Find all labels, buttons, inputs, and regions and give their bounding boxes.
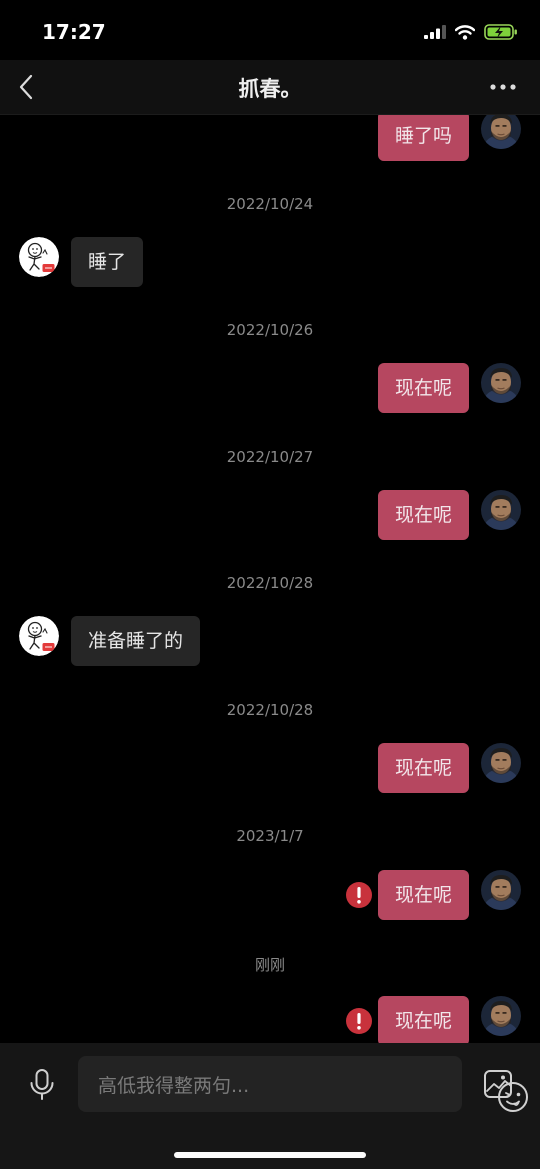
status-time: 17:27 xyxy=(42,20,106,44)
wifi-icon xyxy=(455,24,475,40)
my-avatar[interactable] xyxy=(481,115,521,149)
status-icons xyxy=(424,22,518,42)
my-avatar[interactable] xyxy=(481,743,521,783)
timestamp: 2022/10/28 xyxy=(226,574,314,592)
my-avatar[interactable] xyxy=(481,490,521,530)
message-input-placeholder: 高低我得整两句... xyxy=(98,1075,250,1097)
message-input[interactable]: 高低我得整两句... xyxy=(78,1056,528,1112)
signal-icon xyxy=(424,25,446,39)
friend-avatar[interactable] xyxy=(19,616,59,656)
friend-avatar[interactable] xyxy=(19,237,59,277)
message-bubble-sent[interactable]: 现在呢 xyxy=(377,870,469,920)
my-avatar[interactable] xyxy=(481,870,521,910)
home-indicator[interactable] xyxy=(174,1152,366,1158)
timestamp: 刚刚 xyxy=(254,956,285,974)
message-bubble-sent[interactable]: 现在呢 xyxy=(377,490,469,540)
more-dots-icon[interactable] xyxy=(490,84,516,90)
exclamation-icon[interactable] xyxy=(346,882,372,908)
my-avatar[interactable] xyxy=(481,996,521,1036)
message-bubble-sent[interactable]: 现在呢 xyxy=(377,743,469,793)
message-bubble-received[interactable]: 睡了 xyxy=(71,237,144,287)
timestamp: 2022/10/28 xyxy=(226,701,314,719)
timestamp: 2022/10/26 xyxy=(226,321,314,339)
message-bubble-sent[interactable]: 现在呢 xyxy=(377,363,469,413)
chat-header: 抓春。 xyxy=(0,60,540,115)
message-list[interactable]: 睡了吗 2022/10/24 睡了 2022/10/26 现在呢 2022/10… xyxy=(0,115,540,1043)
input-bar: 高低我得整两句... xyxy=(0,1043,540,1169)
image-icon[interactable] xyxy=(483,1069,513,1099)
my-avatar[interactable] xyxy=(481,363,521,403)
microphone-icon[interactable] xyxy=(28,1068,56,1102)
timestamp: 2022/10/27 xyxy=(226,448,314,466)
message-bubble-received[interactable]: 准备睡了的 xyxy=(71,616,201,666)
timestamp: 2022/10/24 xyxy=(226,195,314,213)
message-bubble-sent[interactable]: 睡了吗 xyxy=(377,115,469,161)
status-bar: 17:27 xyxy=(0,0,540,60)
battery-icon xyxy=(484,24,517,40)
timestamp: 2023/1/7 xyxy=(236,827,304,845)
chat-title: 抓春。 xyxy=(238,77,302,101)
message-bubble-sent[interactable]: 现在呢 xyxy=(377,996,469,1043)
exclamation-icon[interactable] xyxy=(346,1008,372,1034)
